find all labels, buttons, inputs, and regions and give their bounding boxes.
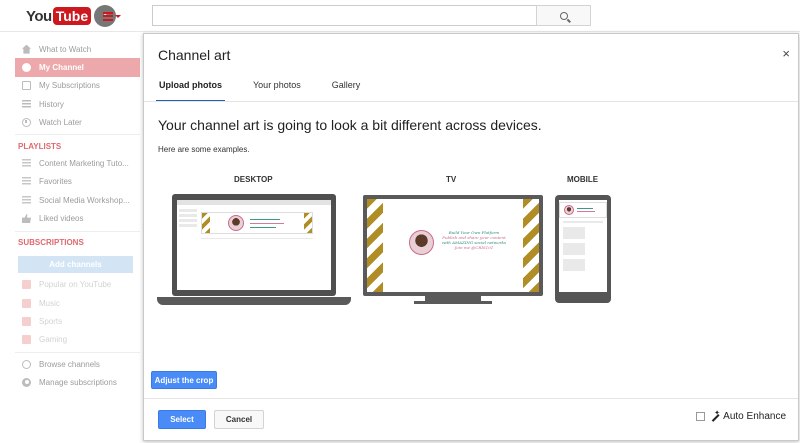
tv-stripe-left	[367, 199, 383, 292]
preview-sidebar-line	[179, 209, 197, 212]
mobile-banner-avatar	[564, 205, 574, 215]
mobile-content-line	[563, 221, 603, 223]
magic-wand-icon	[710, 409, 720, 422]
laptop-base	[157, 297, 351, 305]
search-icon	[559, 11, 568, 20]
mobile-screen	[559, 200, 607, 292]
mobile-banner	[559, 202, 607, 218]
banner-text-line	[250, 219, 280, 220]
banner-text-line	[250, 227, 276, 228]
banner-text-line	[577, 211, 595, 212]
dialog-title: Channel art	[158, 47, 231, 63]
select-button[interactable]: Select	[158, 410, 206, 429]
close-icon[interactable]: ×	[782, 46, 790, 61]
search-button[interactable]	[536, 5, 591, 26]
mobile-content-block	[563, 243, 585, 255]
tv-stripe-right	[523, 199, 539, 292]
tv-label: TV	[446, 175, 457, 184]
logo-you-text: You	[26, 7, 52, 25]
stripe-left	[202, 213, 210, 233]
channel-art-dialog: Channel art × Upload photos Your photos …	[143, 33, 799, 441]
preview-masthead	[177, 200, 331, 205]
desktop-preview	[172, 194, 336, 296]
tv-preview: Build Your Own Platform Publish and shar…	[363, 195, 543, 296]
banner-avatar	[228, 215, 244, 231]
tab-upload-photos[interactable]: Upload photos	[156, 80, 225, 102]
preview-content-line	[201, 238, 313, 239]
tv-banner-line: Join me @CRIS101	[454, 245, 494, 250]
tab-your-photos[interactable]: Your photos	[252, 80, 302, 102]
desktop-label: DESKTOP	[234, 175, 273, 184]
mobile-preview	[555, 195, 611, 303]
adjust-crop-button[interactable]: Adjust the crop	[151, 371, 217, 389]
auto-enhance-toggle[interactable]: Auto Enhance	[696, 409, 786, 422]
mobile-label: MOBILE	[567, 175, 599, 184]
tab-gallery[interactable]: Gallery	[331, 80, 362, 102]
preview-sidebar-line	[179, 214, 197, 217]
logo-tube-text: Tube	[52, 7, 92, 25]
preview-headline: Your channel art is going to look a bit …	[158, 117, 542, 133]
dialog-footer-divider	[144, 398, 798, 399]
cancel-button[interactable]: Cancel	[214, 410, 264, 429]
stripe-right	[304, 213, 312, 233]
tv-banner-text: Build Your Own Platform Publish and shar…	[439, 230, 509, 250]
preview-subline: Here are some examples.	[158, 145, 250, 154]
auto-enhance-label: Auto Enhance	[723, 411, 786, 422]
masthead: You Tube ●	[0, 0, 800, 32]
mobile-content-block	[563, 227, 585, 239]
guide-menu-button[interactable]	[103, 9, 121, 23]
mobile-content-block	[563, 259, 585, 271]
caret-down-icon	[115, 14, 121, 18]
tabs-divider	[144, 101, 798, 102]
auto-enhance-checkbox[interactable]	[696, 412, 706, 421]
tv-screen: Build Your Own Platform Publish and shar…	[367, 199, 539, 292]
dialog-tabs: Upload photos Your photos Gallery	[156, 80, 390, 102]
banner-text-line	[250, 223, 284, 224]
desktop-screen	[177, 200, 331, 290]
tv-stand-foot	[414, 301, 492, 304]
preview-sidebar-line	[179, 224, 197, 227]
tv-banner-avatar	[409, 230, 434, 255]
search-input[interactable]	[152, 5, 537, 26]
hamburger-icon	[103, 11, 113, 21]
banner-text-line	[577, 208, 593, 209]
desktop-banner	[201, 212, 313, 234]
preview-sidebar-line	[179, 219, 197, 222]
